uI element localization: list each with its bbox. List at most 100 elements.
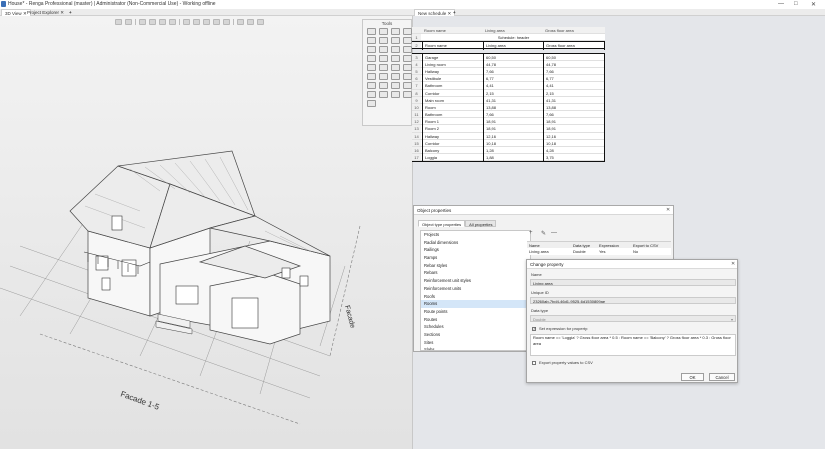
schedule-table[interactable]: Room name Living area Gross floor area 1… (412, 27, 605, 163)
pipe-tool-icon[interactable] (367, 73, 376, 80)
table-cell[interactable]: Hallway (422, 67, 482, 76)
section-icon[interactable] (159, 19, 166, 25)
paste-icon[interactable] (223, 19, 230, 25)
view-cube-icon[interactable] (139, 19, 146, 25)
tab-object-type-properties[interactable]: Object type properties (418, 220, 466, 227)
table-row[interactable]: 16 Balcony 1,28 4,28 (412, 147, 605, 155)
list-item[interactable]: Roofs (421, 293, 530, 301)
camera-icon[interactable] (169, 19, 176, 25)
table-row[interactable]: 5 Hallway 7,66 7,66 (412, 67, 605, 76)
list-item[interactable]: Sites (421, 339, 530, 347)
grid-icon[interactable] (149, 19, 156, 25)
remove-property-button[interactable]: — (551, 230, 557, 236)
wall-tool-icon[interactable] (379, 28, 388, 35)
settings-icon[interactable] (257, 19, 264, 25)
list-item[interactable]: Ramps (421, 254, 530, 262)
column-header[interactable]: Living area (483, 27, 542, 34)
layer-icon[interactable] (237, 19, 244, 25)
duct-tool-icon[interactable] (379, 73, 388, 80)
pin-tool-icon[interactable] (367, 100, 376, 107)
table-cell[interactable]: Room (422, 103, 482, 112)
table-cell[interactable]: 7,66 (543, 111, 605, 119)
rebar-tool-icon[interactable] (403, 64, 412, 71)
table-cell[interactable]: 4,41 (483, 82, 542, 90)
column-tool-icon[interactable] (391, 28, 400, 35)
list-item[interactable]: Rooms (421, 300, 530, 308)
list-item[interactable]: Schedules (421, 323, 530, 331)
assembly-tool-icon[interactable] (379, 82, 388, 89)
table-cell[interactable]: 18,91 (543, 125, 605, 133)
table-cell[interactable]: Vestibule (422, 75, 482, 83)
table-cell[interactable]: 7,66 (543, 67, 605, 76)
beam-tool-icon[interactable] (403, 28, 412, 35)
table-row[interactable]: 7 Bathroom 4,41 4,41 (412, 82, 605, 90)
object-type-list[interactable]: Projects Radial dimensions Railings Ramps Re… (420, 230, 531, 351)
list-item[interactable]: Reinforcement unit styles (421, 277, 530, 285)
table-cell[interactable]: Loggia (422, 154, 482, 162)
wall-foundation-tool-icon[interactable] (367, 91, 376, 98)
undo-icon[interactable] (115, 19, 122, 25)
table-cell[interactable]: Hallway (422, 132, 482, 140)
table-cell[interactable]: 1,28 (483, 147, 542, 155)
table-cell[interactable]: 10,18 (483, 139, 542, 148)
table-row[interactable]: 8 Corridor 2,15 2,15 (412, 89, 605, 97)
table-cell[interactable]: 4,28 (543, 147, 605, 155)
line-tool-icon[interactable] (379, 55, 388, 62)
table-cell[interactable]: 18,91 (543, 118, 605, 126)
tab-project-explorer[interactable]: Project Explorer ✕ (24, 9, 67, 16)
table-row[interactable]: 4 Living room 44,78 44,78 (412, 60, 605, 68)
table-row[interactable]: 13 Room 2 18,91 18,91 (412, 125, 605, 133)
cut-icon[interactable] (203, 19, 210, 25)
add-tab-button-right[interactable]: + (450, 9, 459, 16)
dimension-tool-icon[interactable] (367, 64, 376, 71)
table-cell[interactable]: 3,75 (543, 154, 605, 162)
table-cell[interactable]: 10,18 (543, 139, 605, 148)
table-cell[interactable]: Corridor (422, 89, 482, 97)
table-cell[interactable]: 12,16 (483, 132, 542, 140)
table-cell[interactable]: 7,66 (483, 67, 542, 76)
door-tool-icon[interactable] (403, 37, 412, 44)
table-cell[interactable]: 60,50 (483, 53, 542, 61)
table-cell[interactable]: 2,15 (483, 89, 542, 97)
table-cell[interactable]: 2,15 (543, 89, 605, 97)
ramp-tool-icon[interactable] (379, 46, 388, 53)
table-cell[interactable]: 18,91 (483, 118, 542, 126)
roof-tool-icon[interactable] (379, 37, 388, 44)
list-item[interactable]: Railings (421, 246, 530, 254)
table-cell[interactable]: Balcony (422, 147, 482, 155)
window-tool-icon[interactable] (391, 37, 400, 44)
expression-editor[interactable]: Room name == 'Loggia' ? Gross floor area… (530, 334, 736, 356)
table-cell[interactable]: Garage (422, 53, 482, 61)
table-cell[interactable]: Corridor (422, 139, 482, 148)
table-cell[interactable]: Bathroom (422, 111, 482, 119)
axis-tool-icon[interactable] (391, 64, 400, 71)
route-tool-icon[interactable] (403, 73, 412, 80)
set-expression-checkbox[interactable]: ✓ (532, 326, 536, 331)
table-cell[interactable]: 41,31 (543, 96, 605, 104)
table-cell[interactable]: Gross floor area (543, 42, 605, 50)
table-cell[interactable]: 13,88 (483, 103, 542, 112)
list-item[interactable]: Projects (421, 231, 530, 239)
table-cell[interactable]: 1,88 (483, 154, 542, 162)
railing-tool-icon[interactable] (391, 46, 400, 53)
table-row[interactable]: 11 Bathroom 7,66 7,66 (412, 111, 605, 119)
close-button[interactable]: ✕ (811, 1, 816, 8)
table-row[interactable]: 10 Room 13,88 13,88 (412, 103, 605, 112)
ok-button[interactable]: OK (681, 373, 704, 381)
table-row[interactable]: 3 Garage 60,50 60,50 (412, 53, 605, 61)
name-field[interactable]: Living area (530, 279, 736, 286)
style-icon[interactable] (247, 19, 254, 25)
schedule-header-row[interactable]: 1 Schedule: header (412, 34, 605, 42)
stair-tool-icon[interactable] (367, 46, 376, 53)
export-csv-checkbox[interactable] (532, 361, 536, 365)
table-row[interactable]: 15 Corridor 10,18 10,18 (412, 139, 605, 148)
list-item[interactable]: Routes (421, 316, 530, 324)
list-item[interactable]: Rebars (421, 269, 530, 277)
close-icon[interactable]: ✕ (731, 261, 735, 267)
list-item[interactable]: Rebar styles (421, 262, 530, 270)
visibility-icon[interactable] (193, 19, 200, 25)
print-icon[interactable] (183, 19, 190, 25)
table-row[interactable]: Living area Double Yes No (527, 248, 671, 255)
lamp-tool-icon[interactable] (391, 91, 400, 98)
element-tool-icon[interactable] (367, 82, 376, 89)
